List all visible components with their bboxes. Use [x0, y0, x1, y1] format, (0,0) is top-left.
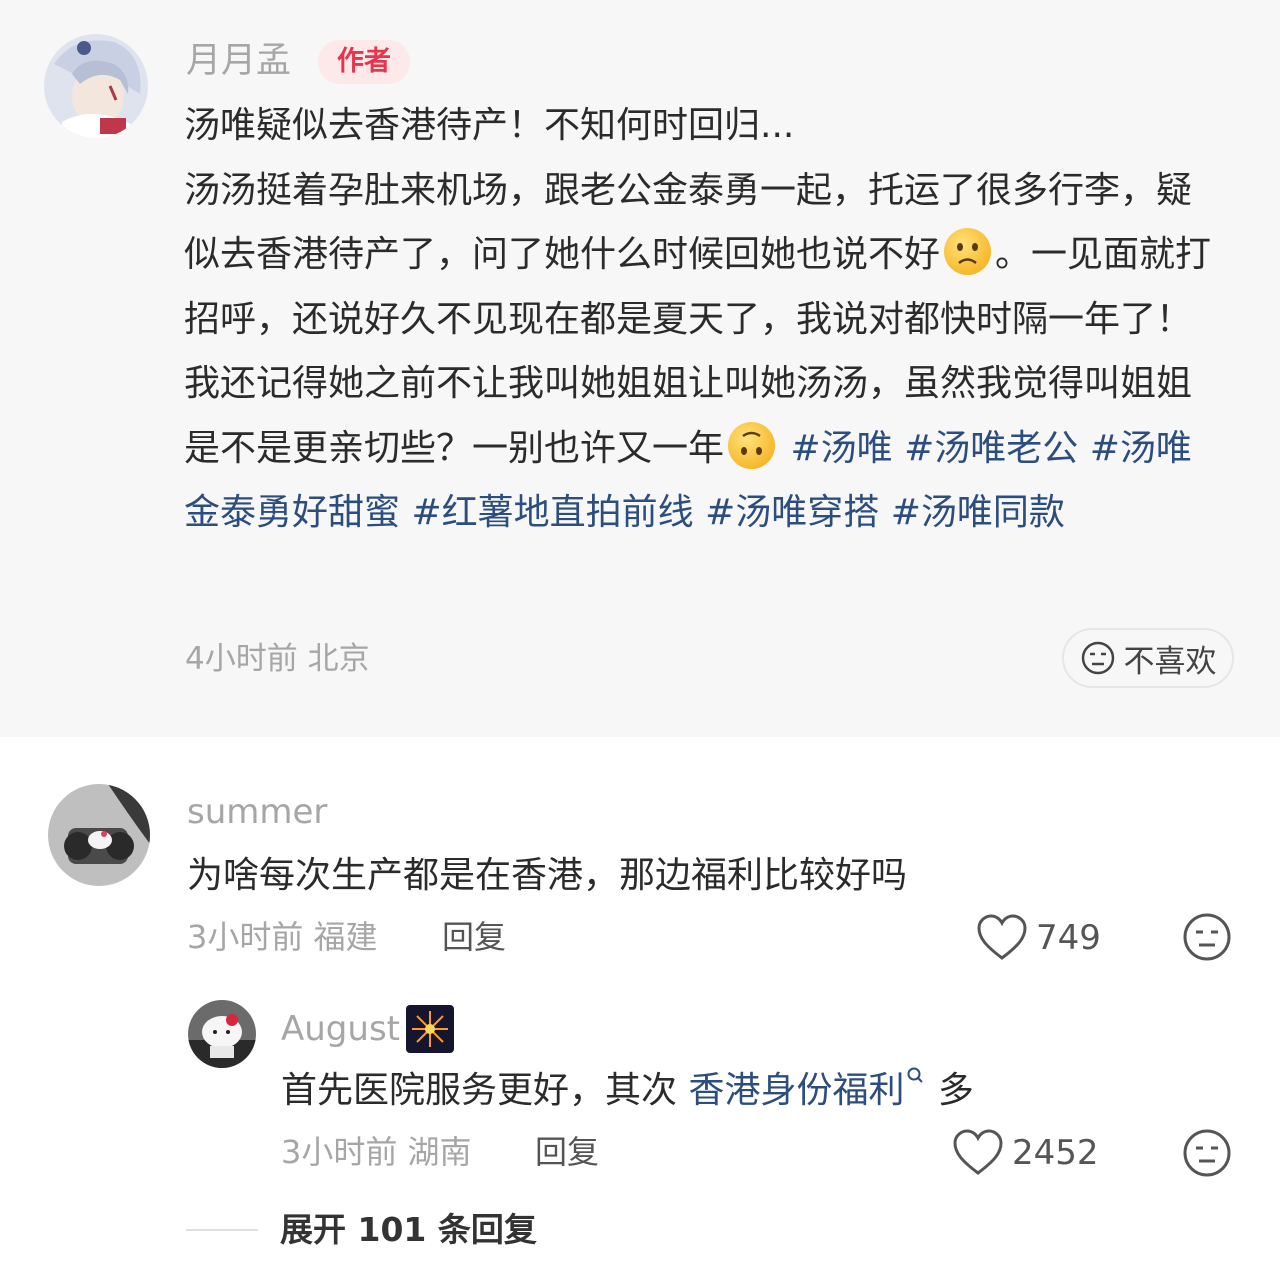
commenter-avatar[interactable] [188, 1000, 256, 1068]
comment-text: 为啥每次生产都是在香港，那边福利比较好吗 [187, 855, 908, 896]
like-button[interactable]: 2452 [952, 1129, 1099, 1177]
comment-text: 首先医院服务更好，其次 香港身份福利 多 [281, 1066, 974, 1116]
hashtag[interactable]: #汤唯同款 [891, 492, 1065, 533]
post-paragraph: 汤汤挺着孕肚来机场，跟老公金泰勇一起，托运了很多行李，疑似去香港待产了，问了她什… [184, 159, 1224, 546]
post-body: 汤唯疑似去香港待产！不知何时回归... 汤汤挺着孕肚来机场，跟老公金泰勇一起，托… [184, 94, 1224, 546]
neutral-face-icon [1183, 913, 1231, 961]
comment-meta: 3小时前 福建 [187, 918, 378, 956]
comment-username[interactable]: August [281, 1005, 454, 1053]
author-name[interactable]: 月月孟 [186, 38, 291, 84]
dislike-face-button[interactable] [1182, 912, 1232, 966]
hashtag[interactable]: #汤唯老公 [904, 428, 1078, 469]
search-link[interactable]: 香港身份福利 [688, 1067, 926, 1111]
fireworks-icon [405, 1005, 454, 1053]
username-text: August [281, 1009, 400, 1049]
dislike-face-button[interactable] [1182, 1128, 1232, 1182]
comment-text-part: 首先医院服务更好，其次 [281, 1070, 689, 1111]
search-link-text: 香港身份福利 [688, 1070, 905, 1111]
dislike-button[interactable]: 不喜欢 [1062, 628, 1234, 688]
expand-divider [186, 1229, 258, 1231]
commenter-avatar[interactable] [48, 784, 150, 886]
hashtag[interactable]: #红薯地直拍前线 [411, 492, 693, 533]
hashtag[interactable]: #汤唯穿搭 [705, 492, 879, 533]
post-card: 月月孟 作者 汤唯疑似去香港待产！不知何时回归... 汤汤挺着孕肚来机场，跟老公… [0, 0, 1280, 737]
search-icon [907, 1067, 924, 1083]
like-count: 2452 [1012, 1133, 1099, 1173]
hashtag[interactable]: #汤唯 [790, 428, 892, 469]
neutral-face-icon [1183, 1129, 1231, 1177]
author-avatar[interactable] [44, 34, 148, 138]
comment-text-part: 多 [926, 1070, 974, 1111]
upside-down-face-emoji-icon [728, 421, 776, 469]
expand-replies-button[interactable]: 展开 101 条回复 [280, 1206, 537, 1254]
sad-face-emoji-icon [944, 228, 992, 275]
post-title: 汤唯疑似去香港待产！不知何时回归... [184, 105, 795, 146]
heart-icon [953, 1129, 1003, 1175]
reply-button[interactable]: 回复 [535, 1128, 599, 1176]
heart-icon [977, 914, 1027, 960]
comment-meta: 3小时前 湖南 [281, 1133, 472, 1171]
post-meta: 4小时前 北京 [185, 641, 370, 677]
reply-button[interactable]: 回复 [442, 913, 506, 961]
like-count: 749 [1036, 918, 1101, 958]
like-button[interactable]: 749 [976, 914, 1101, 962]
comment-username[interactable]: summer [187, 790, 327, 834]
neutral-face-icon [1081, 641, 1114, 675]
author-badge: 作者 [318, 40, 410, 84]
dislike-label: 不喜欢 [1123, 643, 1217, 680]
